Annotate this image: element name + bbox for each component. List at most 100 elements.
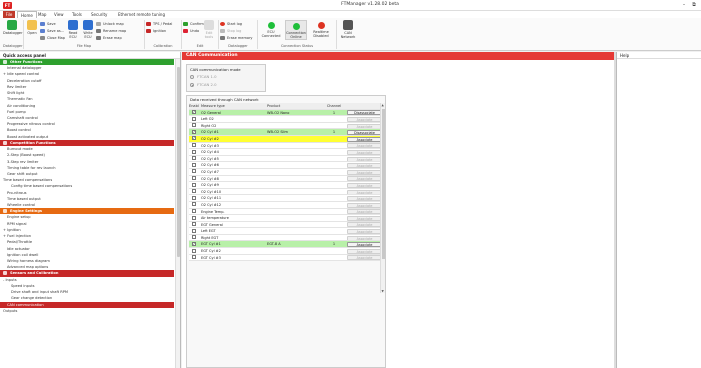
save-as-button[interactable]: Save as... xyxy=(40,28,64,34)
file-menu[interactable]: File xyxy=(3,11,15,18)
tab-home[interactable]: Home xyxy=(17,11,37,18)
undo-button[interactable]: Undo xyxy=(183,28,199,34)
scroll-down-icon[interactable]: ▼ xyxy=(382,289,384,293)
tab-security[interactable]: Security xyxy=(91,11,107,18)
connection-online-status[interactable]: Connection Online xyxy=(285,20,307,40)
table-row[interactable]: O2 Cyl #2 Associate xyxy=(189,135,385,143)
edit-tools-button[interactable]: Edit tools xyxy=(203,20,215,39)
close-map-button[interactable]: Close Map xyxy=(40,35,65,41)
checkbox-checked-icon[interactable] xyxy=(192,241,196,247)
associate-button[interactable]: Associate xyxy=(347,215,382,221)
associate-button[interactable]: Associate xyxy=(347,176,382,182)
checkbox-checked-icon[interactable] xyxy=(192,110,196,115)
table-row[interactable]: O2 Cyl #11 Associate xyxy=(189,195,385,202)
associate-button[interactable]: Associate xyxy=(347,182,382,188)
start-log-button[interactable]: Start log xyxy=(220,21,242,27)
associate-button[interactable]: Associate xyxy=(347,169,382,175)
checkbox-icon[interactable] xyxy=(192,228,196,233)
table-row[interactable]: Left EGT Associate xyxy=(189,228,385,235)
table-row[interactable]: O2 Cyl #9 Associate xyxy=(189,182,385,189)
associate-button[interactable]: Associate xyxy=(347,143,382,149)
checkbox-icon[interactable] xyxy=(192,123,196,128)
checkbox-icon[interactable] xyxy=(192,215,196,220)
table-row[interactable]: O2 Cyl #12 Associate xyxy=(189,201,385,209)
associate-button[interactable]: Associate xyxy=(347,116,382,122)
tab-view[interactable]: View xyxy=(54,11,64,18)
associate-button[interactable]: Associate xyxy=(347,123,382,129)
associate-button[interactable]: Associate xyxy=(347,209,382,215)
checkbox-icon[interactable] xyxy=(192,143,196,148)
tree-scroll-thumb[interactable] xyxy=(177,67,180,257)
associate-button[interactable]: Associate xyxy=(347,255,382,261)
table-row[interactable]: O2 Cyl #1 WB-O2 Slim 1 Disassociate xyxy=(189,129,385,136)
checkbox-icon[interactable] xyxy=(192,162,196,167)
associate-button[interactable]: Associate xyxy=(347,156,382,162)
can-network-button[interactable]: CAN Network xyxy=(339,20,357,39)
checkbox-icon[interactable] xyxy=(192,116,196,121)
confirm-button[interactable]: Confirm xyxy=(183,21,204,27)
datalogger-button[interactable]: Datalogger xyxy=(3,20,23,35)
checkbox-icon[interactable] xyxy=(192,235,196,240)
checkbox-checked-icon[interactable] xyxy=(192,129,196,135)
erase-map-button[interactable]: Erase map xyxy=(96,35,122,41)
checkbox-icon[interactable] xyxy=(192,255,196,260)
table-row[interactable]: O2 Cyl #7 Associate xyxy=(189,168,385,176)
checkbox-icon[interactable] xyxy=(192,222,196,227)
table-row[interactable]: O2 Cyl #5 Associate xyxy=(189,155,385,163)
tab-map[interactable]: Map xyxy=(38,11,46,18)
table-row[interactable]: EGT Cyl #3 Associate xyxy=(189,254,385,262)
checkbox-icon[interactable] xyxy=(192,182,196,187)
scroll-up-icon[interactable]: ▲ xyxy=(382,103,384,107)
tab-tools[interactable]: Tools xyxy=(72,11,82,18)
restore-icon[interactable]: ⧉ xyxy=(690,1,698,9)
table-row[interactable]: Engine Temp. Associate xyxy=(189,208,385,216)
checkbox-checked-icon[interactable] xyxy=(192,136,196,142)
write-ecu-button[interactable]: Write ECU xyxy=(81,20,95,39)
minimize-icon[interactable]: – xyxy=(680,1,688,9)
section-header[interactable]: Sensors and Calibration xyxy=(0,270,174,277)
read-ecu-button[interactable]: Read ECU xyxy=(66,20,80,39)
erase-memory-button[interactable]: Erase memory xyxy=(220,35,253,41)
table-row[interactable]: O2 Cyl #3 Associate xyxy=(189,142,385,150)
open-button[interactable]: Open xyxy=(25,20,39,35)
table-row[interactable]: O2 Cyl #10 Associate xyxy=(189,188,385,196)
realtime-disabled-status[interactable]: Realtime Disabled xyxy=(310,20,332,38)
table-row[interactable]: Right EGT Associate xyxy=(189,234,385,242)
associate-button[interactable]: Associate xyxy=(347,136,382,142)
table-row[interactable]: Left O2 Associate xyxy=(189,116,385,123)
checkbox-icon[interactable] xyxy=(192,248,196,253)
checkbox-icon[interactable] xyxy=(192,189,196,194)
radio-ftcan-2[interactable]: FTCAN 2.0 xyxy=(190,82,217,88)
associate-button[interactable]: Associate xyxy=(347,149,382,155)
rename-map-button[interactable]: Rename map xyxy=(96,28,126,34)
disassociate-button[interactable]: Disassociate xyxy=(347,130,382,135)
table-row[interactable]: EGT General Associate xyxy=(189,221,385,229)
associate-button[interactable]: Associate xyxy=(347,222,382,228)
checkbox-icon[interactable] xyxy=(192,176,196,181)
table-scrollbar[interactable]: ▲ ▼ xyxy=(380,103,385,293)
table-row[interactable]: Air temperature Associate xyxy=(189,215,385,222)
tree-scrollbar[interactable] xyxy=(175,59,180,368)
tab-ethernet-remote-tuning[interactable]: Ethernet remote tuning xyxy=(118,11,165,18)
table-row[interactable]: O2 Cyl #8 Associate xyxy=(189,175,385,183)
associate-button[interactable]: Associate xyxy=(347,235,382,241)
associate-button[interactable]: Associate xyxy=(347,242,382,248)
checkbox-icon[interactable] xyxy=(192,169,196,174)
stop-log-button[interactable]: Stop log xyxy=(220,28,241,34)
unlock-map-button[interactable]: Unlock map xyxy=(96,21,124,27)
checkbox-icon[interactable] xyxy=(192,209,196,213)
table-row[interactable]: EGT Cyl #1 EGT-8 A 1 Associate xyxy=(189,241,385,249)
tps-pedal-button[interactable]: TPS / Pedal xyxy=(146,21,172,27)
associate-button[interactable]: Associate xyxy=(347,229,382,234)
radio-ftcan-1[interactable]: FTCAN 1.0 xyxy=(190,74,217,80)
table-row[interactable]: EGT Cyl #2 Associate xyxy=(189,248,385,255)
section-header[interactable]: Engine Settings xyxy=(0,208,174,215)
checkbox-icon[interactable] xyxy=(192,156,196,161)
table-row[interactable]: O2 Cyl #6 Associate xyxy=(189,162,385,169)
checkbox-icon[interactable] xyxy=(192,149,196,154)
ignition-button[interactable]: Ignition xyxy=(146,28,166,34)
save-button[interactable]: Save xyxy=(40,21,56,27)
associate-button[interactable]: Associate xyxy=(347,189,382,195)
associate-button[interactable]: Associate xyxy=(347,202,382,208)
table-row[interactable]: O2 General WB-O2 Nano 1 Disassociate xyxy=(189,109,385,117)
